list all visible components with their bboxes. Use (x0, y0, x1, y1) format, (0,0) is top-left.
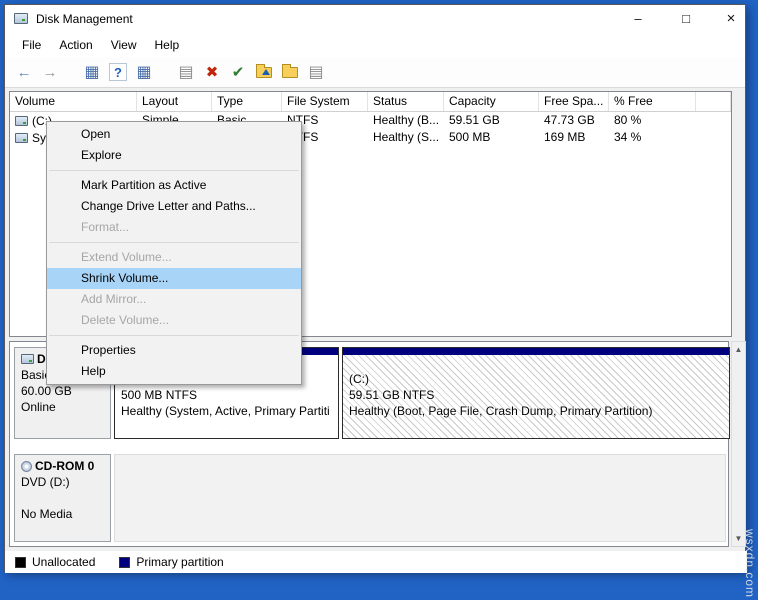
disk-management-app-icon (14, 13, 28, 24)
cell-percent-free: 80 % (609, 112, 696, 129)
menu-item-open[interactable]: Open (47, 124, 301, 145)
volume-icon (15, 116, 28, 126)
legend-unallocated: Unallocated (15, 555, 95, 569)
menu-item-format: Format... (47, 217, 301, 238)
mark-active-icon[interactable]: ✔ (227, 61, 249, 83)
unallocated-swatch (15, 557, 26, 568)
explore-folder-button[interactable] (279, 61, 301, 83)
menu-action[interactable]: Action (50, 33, 101, 57)
cdrom-drive: DVD (D:) (21, 474, 110, 490)
partition-c-drive[interactable]: (C:) 59.51 GB NTFS Healthy (Boot, Page F… (342, 347, 730, 439)
cd-icon (21, 461, 32, 472)
help-icon: ? (109, 63, 127, 81)
column-header-capacity[interactable]: Capacity (444, 92, 539, 111)
partition-status: Healthy (System, Active, Primary Partiti (121, 404, 336, 418)
explore-folder-icon (282, 67, 298, 78)
menu-item-help[interactable]: Help (47, 361, 301, 382)
column-header-free-space[interactable]: Free Spa... (539, 92, 609, 111)
menu-item-extend-volume: Extend Volume... (47, 247, 301, 268)
disk-management-window: Disk Management – □ × File Action View H… (4, 4, 746, 572)
close-button[interactable]: × (717, 5, 745, 33)
cell-percent-free: 34 % (609, 129, 696, 146)
partition-status: Healthy (Boot, Page File, Crash Dump, Pr… (349, 404, 727, 418)
partition-size: 59.51 GB NTFS (349, 388, 727, 402)
menu-item-mark-partition-active[interactable]: Mark Partition as Active (47, 175, 301, 196)
menu-separator (49, 170, 299, 171)
back-icon[interactable]: ← (13, 61, 35, 83)
vertical-scrollbar[interactable]: ▲ ▼ (731, 341, 746, 547)
menu-view[interactable]: View (102, 33, 146, 57)
properties-icon[interactable]: ▤ (305, 61, 327, 83)
cell-capacity: 500 MB (444, 129, 539, 146)
partition-label: (C:) (349, 372, 727, 386)
details-view-icon[interactable]: ▦ (133, 61, 155, 83)
menu-item-add-mirror: Add Mirror... (47, 289, 301, 310)
cdrom-media-area[interactable] (114, 454, 726, 542)
disk-icon (21, 354, 34, 364)
menu-item-delete-volume: Delete Volume... (47, 310, 301, 331)
menu-item-change-drive-letter[interactable]: Change Drive Letter and Paths... (47, 196, 301, 217)
column-header-type[interactable]: Type (212, 92, 282, 111)
open-folder-icon (256, 67, 272, 78)
column-header-status[interactable]: Status (368, 92, 444, 111)
table-view-icon[interactable]: ▦ (81, 61, 103, 83)
menu-item-properties[interactable]: Properties (47, 340, 301, 361)
delete-volume-icon[interactable]: ✖ (201, 61, 223, 83)
primary-partition-band (343, 348, 729, 355)
column-header-file-system[interactable]: File System (282, 92, 368, 111)
open-folder-button[interactable] (253, 61, 275, 83)
column-header-empty (696, 92, 731, 111)
scroll-up-icon[interactable]: ▲ (732, 342, 745, 357)
help-button[interactable]: ? (107, 61, 129, 83)
primary-partition-swatch (119, 557, 130, 568)
watermark: wsxdn.com (743, 529, 757, 598)
volume-table-header: Volume Layout Type File System Status Ca… (10, 92, 731, 112)
menu-separator (49, 242, 299, 243)
cell-status: Healthy (S... (368, 129, 444, 146)
menu-file[interactable]: File (13, 33, 50, 57)
forward-icon[interactable]: → (39, 61, 61, 83)
cdrom-name: CD-ROM 0 (35, 459, 94, 473)
cdrom-label-box[interactable]: CD-ROM 0 DVD (D:) No Media (14, 454, 111, 542)
legend-label: Unallocated (32, 555, 95, 569)
cell-status: Healthy (B... (368, 112, 444, 129)
column-header-percent-free[interactable]: % Free (609, 92, 696, 111)
menu-separator (49, 335, 299, 336)
column-header-volume[interactable]: Volume (10, 92, 137, 111)
action-menu-icon[interactable]: ▤ (175, 61, 197, 83)
column-header-layout[interactable]: Layout (137, 92, 212, 111)
window-title: Disk Management (36, 12, 133, 26)
disk0-size: 60.00 GB (21, 383, 110, 399)
volume-icon (15, 133, 28, 143)
cell-free-space: 169 MB (539, 129, 609, 146)
cell-free-space: 47.73 GB (539, 112, 609, 129)
context-menu: Open Explore Mark Partition as Active Ch… (46, 121, 302, 385)
legend-primary-partition: Primary partition (119, 555, 223, 569)
legend-bar: Unallocated Primary partition (5, 551, 747, 573)
minimize-button[interactable]: – (624, 5, 652, 33)
title-bar[interactable]: Disk Management – □ × (5, 5, 745, 33)
cell-capacity: 59.51 GB (444, 112, 539, 129)
menu-item-explore[interactable]: Explore (47, 145, 301, 166)
toolbar: ← → ▦ ? ▦ ▤ ✖ ✔ ▤ (5, 57, 745, 88)
menu-item-shrink-volume[interactable]: Shrink Volume... (47, 268, 301, 289)
cdrom-status: No Media (21, 506, 110, 522)
legend-label: Primary partition (136, 555, 223, 569)
disk0-status: Online (21, 399, 110, 415)
maximize-button[interactable]: □ (672, 5, 700, 33)
partition-size: 500 MB NTFS (121, 388, 336, 402)
menu-bar: File Action View Help (5, 33, 745, 57)
menu-help[interactable]: Help (146, 33, 189, 57)
